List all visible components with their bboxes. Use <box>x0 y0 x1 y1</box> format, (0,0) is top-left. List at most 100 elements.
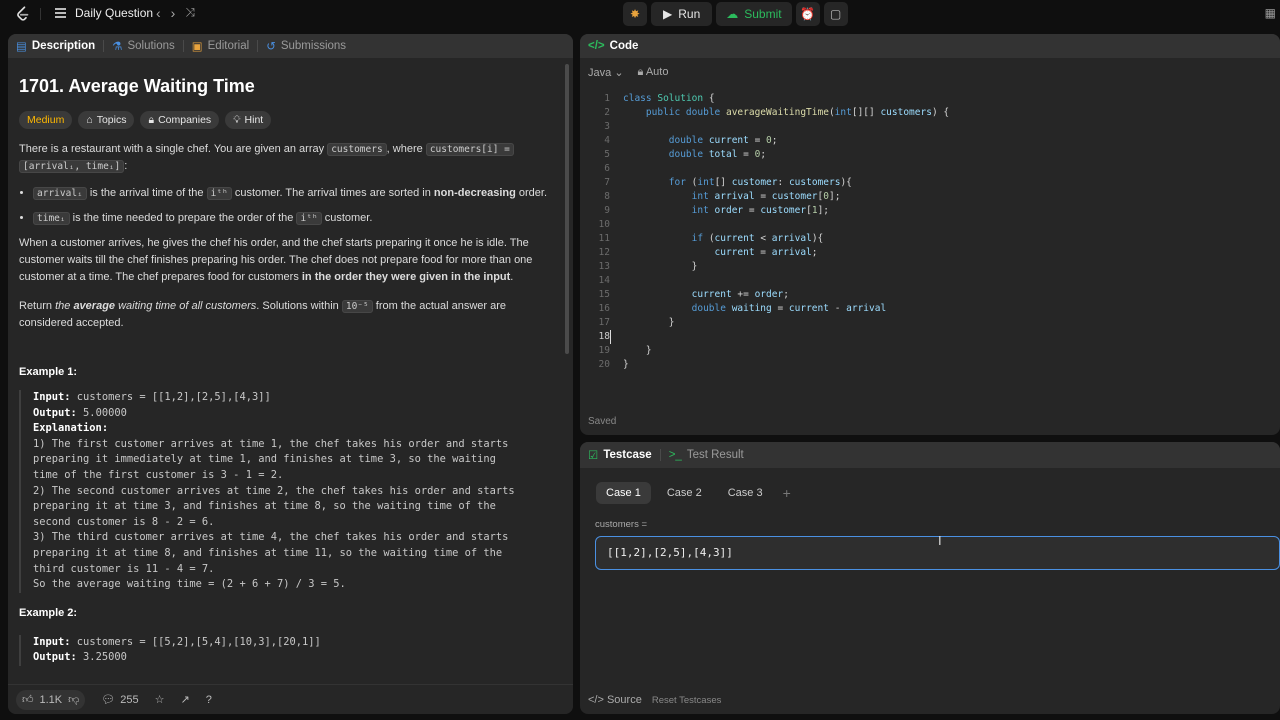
note-icon: ▢ <box>829 7 842 21</box>
submit-button[interactable]: ☁ Submit <box>716 2 792 26</box>
explanation-line: So the average waiting time = (2 + 6 + 7… <box>33 578 346 591</box>
checkbox-icon: ☑ <box>588 450 599 462</box>
output-value: 3.25000 <box>76 651 127 664</box>
mode-value: Auto <box>645 66 669 78</box>
reset-testcases-button[interactable]: Reset Testcases <box>652 695 722 706</box>
input-value: customers = [[1,2],[2,5],[4,3]] <box>70 391 271 403</box>
lightbulb-icon: 💡︎ <box>233 113 241 126</box>
leetcode-logo-icon[interactable] <box>14 5 32 23</box>
thumbs-down-icon[interactable]: 👎︎ <box>68 693 79 706</box>
bold-text: in the order they were given in the inpu… <box>301 271 511 283</box>
add-case-icon[interactable]: + <box>783 485 791 501</box>
code-line: 4 double current = 0; <box>604 135 778 146</box>
scrollbar[interactable] <box>565 64 569 354</box>
return-paragraph: Return the average waiting time of all c… <box>19 298 559 332</box>
timer-button[interactable]: ⏰ <box>795 2 820 26</box>
terminal-icon: >_ <box>668 449 682 461</box>
run-label: Run <box>678 7 701 21</box>
cloud-upload-icon: ☁ <box>726 7 739 21</box>
code-tab-bar: </> Code <box>580 34 1280 58</box>
problem-list-button[interactable]: Daily Question <box>54 6 153 20</box>
lock-icon: 🔒︎ <box>637 66 644 78</box>
explanation-line: 3) The third customer arrives at time 4,… <box>33 531 509 544</box>
case-2-tab[interactable]: Case 2 <box>657 482 712 504</box>
language-select[interactable]: Java ⌄ <box>588 66 624 79</box>
tab-solutions-label: Solutions <box>127 40 175 52</box>
code-line: 6 <box>604 163 610 174</box>
tab-editorial-label: Editorial <box>207 40 250 52</box>
text: . <box>510 271 514 283</box>
companies-tag[interactable]: 🔒︎ Companies <box>140 111 220 129</box>
submit-label: Submit <box>744 7 782 21</box>
layout-icon[interactable]: ▦ <box>1265 6 1276 20</box>
tab-description[interactable]: ▤ Description <box>8 34 103 58</box>
explanation-line: second customer is 8 - 2 = 6. <box>33 515 215 528</box>
code-line: 17 } <box>598 317 675 328</box>
code-icon: </> <box>588 40 605 52</box>
bold-text: non-decreasing <box>433 187 516 199</box>
auto-mode[interactable]: 🔒︎ Auto <box>638 66 669 79</box>
shuffle-icon[interactable]: ⤨ <box>185 5 195 21</box>
tab-testcase[interactable]: ☑ Testcase <box>580 443 660 467</box>
share-icon[interactable]: ↗ <box>181 693 190 706</box>
problem-nav: ‹ › ⤨ <box>156 5 195 21</box>
top-bar: Daily Question ‹ › ⤨ ✸ ▶ Run ☁ Submit ⏰ … <box>0 0 1280 28</box>
test-tab-bar: ☑ Testcase >_ Test Result <box>580 442 1280 468</box>
text: is the time needed to prepare the order … <box>69 212 297 224</box>
case-3-tab[interactable]: Case 3 <box>718 482 773 504</box>
source-label: Source <box>606 694 642 706</box>
tab-code[interactable]: </> Code <box>580 34 646 58</box>
explanation-line: preparing it immediately at time 1, and … <box>33 453 496 466</box>
left-tab-bar: ▤ Description ⚗ Solutions ▣ Editorial ↺ … <box>8 34 573 58</box>
output-label: Output: <box>33 406 77 419</box>
explanation-line: time of the first customer is 3 - 1 = 2. <box>33 468 284 481</box>
list-item: timeᵢ is the time needed to prepare the … <box>33 210 559 227</box>
code-icon: </> <box>588 694 604 706</box>
comment-count: 255 <box>120 693 139 706</box>
topics-tag[interactable]: ⌂ Topics <box>78 111 135 129</box>
code-line: 18 <box>580 330 1280 344</box>
vote-group: 👍︎ 1.1K 👎︎ <box>16 689 86 710</box>
example-1-title: Example 1: <box>19 366 78 378</box>
code-panel: </> Code Java ⌄ 🔒︎ Auto 1 class Solution … <box>580 34 1280 435</box>
document-icon: ▤ <box>16 41 27 53</box>
problem-title[interactable]: 1701. Average Waiting Time <box>19 76 559 97</box>
thumbs-up-icon[interactable]: 👍︎ <box>22 693 34 706</box>
source-button[interactable]: </> Source <box>588 694 642 706</box>
comments-button[interactable]: 💬︎ 255 <box>101 693 139 707</box>
code-line: 7 for (int[] customer: customers){ <box>604 177 852 188</box>
text: , where <box>386 143 426 155</box>
tag-row: Medium ⌂ Topics 🔒︎ Companies 💡︎ Hint <box>19 111 559 129</box>
debug-button[interactable]: ✸ <box>623 2 647 26</box>
inline-code: customers[i] = <box>425 143 514 156</box>
chevron-left-icon[interactable]: ‹ <box>156 5 161 21</box>
input-label: Input: <box>33 635 71 648</box>
explanation-line: 2) The second customer arrives at time 2… <box>33 484 515 497</box>
inline-code: customers <box>327 143 387 156</box>
chevron-right-icon[interactable]: › <box>171 5 176 21</box>
tab-solutions[interactable]: ⚗ Solutions <box>104 34 183 58</box>
star-icon[interactable]: ☆ <box>155 693 165 706</box>
variable-label: customers = <box>595 519 648 530</box>
notes-button[interactable]: ▢ <box>823 2 848 26</box>
code-line: 11 if (current < arrival){ <box>598 233 824 244</box>
case-1-tab[interactable]: Case 1 <box>596 482 651 504</box>
divider <box>40 8 41 20</box>
like-count: 1.1K <box>39 693 63 706</box>
book-icon: ▣ <box>191 41 203 53</box>
tab-submissions[interactable]: ↺ Submissions <box>258 34 354 58</box>
help-icon[interactable]: ? <box>206 694 212 706</box>
output-label: Output: <box>33 651 77 664</box>
language-value: Java <box>588 67 612 79</box>
code-editor[interactable]: 1 class Solution { 2 public double averag… <box>580 92 1280 372</box>
example-1-block: Input: customers = [[1,2],[2,5],[4,3]] O… <box>19 390 559 593</box>
run-button[interactable]: ▶ Run <box>651 2 713 26</box>
hint-tag[interactable]: 💡︎ Hint <box>225 111 272 129</box>
code-line: 13 } <box>598 261 698 272</box>
tab-editorial[interactable]: ▣ Editorial <box>184 34 257 58</box>
inline-code: arrivalᵢ <box>33 187 87 200</box>
run-actions: ✸ ▶ Run ☁ Submit ⏰ ▢ <box>623 2 848 26</box>
tab-test-result[interactable]: >_ Test Result <box>661 443 752 467</box>
code-line: 20} <box>598 359 629 370</box>
inline-code: 10⁻⁵ <box>341 300 373 313</box>
